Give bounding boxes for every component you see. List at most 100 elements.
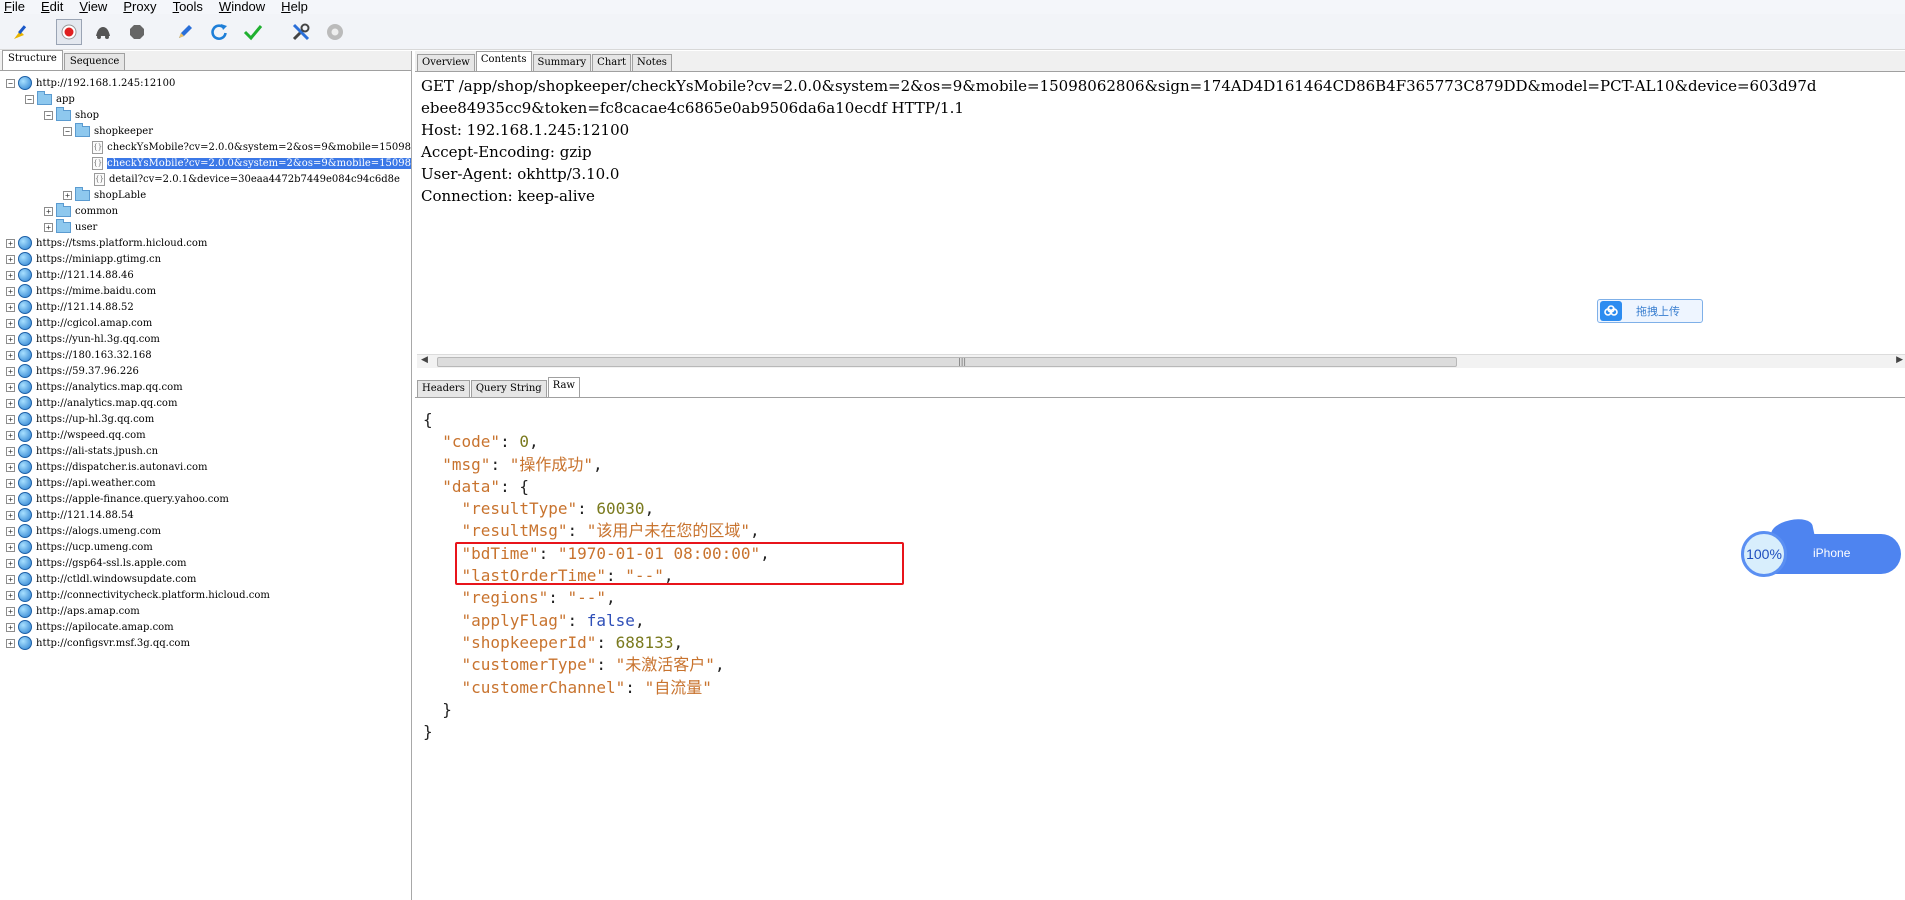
tree-node[interactable]: + https://dispatcher.is.autonavi.com: [0, 459, 411, 475]
tree-node[interactable]: − shop: [0, 106, 411, 123]
expand-icon[interactable]: +: [6, 254, 15, 264]
expand-icon[interactable]: +: [6, 638, 15, 648]
tree-node[interactable]: {} checkYsMobile?cv=2.0.0&system=2&os=9&m…: [0, 155, 411, 171]
tree-node[interactable]: + https://ali-stats.jpush.cn: [0, 443, 411, 459]
tree-node[interactable]: + http://configsvr.msf.3g.qq.com: [0, 635, 411, 651]
tab-headers[interactable]: Headers: [417, 380, 470, 397]
tree-node[interactable]: {} detail?cv=2.0.1&device=30eaa4472b7449e…: [0, 171, 411, 187]
expand-icon[interactable]: +: [6, 334, 15, 344]
floating-network-widget[interactable]: 100% iPhone: [1741, 515, 1901, 577]
expand-icon[interactable]: +: [6, 382, 15, 392]
expand-icon[interactable]: +: [6, 574, 15, 584]
expand-icon[interactable]: +: [6, 446, 15, 456]
tab-sequence[interactable]: Sequence: [63, 53, 126, 70]
tab-chart[interactable]: Chart: [592, 54, 632, 71]
menu-proxy[interactable]: Proxy: [123, 0, 164, 14]
tree-node[interactable]: + https://miniapp.gtimg.cn: [0, 251, 411, 267]
tree-node[interactable]: + http://ctldl.windowsupdate.com: [0, 571, 411, 587]
tree-node[interactable]: + common: [0, 202, 411, 219]
expand-icon[interactable]: +: [6, 270, 15, 280]
scroll-right-arrow-icon[interactable]: ▶: [1896, 355, 1903, 365]
expand-icon[interactable]: +: [6, 318, 15, 328]
expand-icon[interactable]: +: [6, 350, 15, 360]
expand-icon[interactable]: +: [44, 222, 53, 232]
menu-help[interactable]: Help: [281, 0, 316, 14]
expand-icon[interactable]: +: [6, 510, 15, 520]
expand-icon[interactable]: +: [6, 558, 15, 568]
expand-icon[interactable]: +: [6, 542, 15, 552]
tree-node[interactable]: + http://121.14.88.52: [0, 299, 411, 315]
tree-node[interactable]: + http://connectivitycheck.platform.hiclo…: [0, 587, 411, 603]
tree-node[interactable]: + http://121.14.88.46: [0, 267, 411, 283]
expand-icon[interactable]: +: [6, 478, 15, 488]
tab-contents[interactable]: Contents: [475, 51, 532, 71]
broom-icon[interactable]: [8, 19, 34, 45]
expand-icon[interactable]: +: [6, 238, 15, 248]
tree-node[interactable]: + http://aps.amap.com: [0, 603, 411, 619]
tree-node[interactable]: + user: [0, 218, 411, 235]
refresh-icon[interactable]: [206, 19, 232, 45]
tree-node[interactable]: − http://192.168.1.245:12100: [0, 75, 411, 91]
tree-node[interactable]: + https://180.163.32.168: [0, 347, 411, 363]
tree-node[interactable]: − shopkeeper: [0, 122, 411, 139]
menu-edit[interactable]: Edit: [41, 0, 71, 14]
collapse-icon[interactable]: −: [25, 94, 34, 104]
tree-node[interactable]: + http://wspeed.qq.com: [0, 427, 411, 443]
throttle-icon[interactable]: [90, 19, 116, 45]
tab-notes[interactable]: Notes: [632, 54, 672, 71]
tab-summary[interactable]: Summary: [532, 54, 592, 71]
menu-tools[interactable]: Tools: [173, 0, 211, 14]
expand-icon[interactable]: +: [6, 590, 15, 600]
tree-node[interactable]: + https://mime.baidu.com: [0, 283, 411, 299]
check-icon[interactable]: [240, 19, 266, 45]
tree-node[interactable]: + https://alogs.umeng.com: [0, 523, 411, 539]
tree-node[interactable]: + https://up-hl.3g.qq.com: [0, 411, 411, 427]
tree-node[interactable]: + https://tsms.platform.hicloud.com: [0, 235, 411, 251]
expand-icon[interactable]: +: [6, 430, 15, 440]
expand-icon[interactable]: +: [6, 622, 15, 632]
expand-icon[interactable]: +: [6, 526, 15, 536]
expand-icon[interactable]: +: [6, 494, 15, 504]
pen-icon[interactable]: [172, 19, 198, 45]
tree-node[interactable]: + https://gsp64-ssl.ls.apple.com: [0, 555, 411, 571]
request-raw-text[interactable]: GET /app/shop/shopkeeper/checkYsMobile?c…: [421, 75, 1816, 207]
expand-icon[interactable]: +: [6, 414, 15, 424]
expand-icon[interactable]: +: [6, 606, 15, 616]
scroll-left-arrow-icon[interactable]: ◀: [421, 355, 428, 365]
menu-file[interactable]: File: [4, 0, 33, 14]
tree-node[interactable]: + http://analytics.map.qq.com: [0, 395, 411, 411]
menu-view[interactable]: View: [79, 0, 115, 14]
tree-node[interactable]: + http://121.14.88.54: [0, 507, 411, 523]
tree-node[interactable]: + https://apple-finance.query.yahoo.com: [0, 491, 411, 507]
collapse-icon[interactable]: −: [6, 78, 15, 88]
expand-icon[interactable]: +: [6, 366, 15, 376]
tree-node[interactable]: + https://apilocate.amap.com: [0, 619, 411, 635]
collapse-icon[interactable]: −: [44, 110, 53, 120]
expand-icon[interactable]: +: [6, 286, 15, 296]
expand-icon[interactable]: +: [6, 302, 15, 312]
tab-overview[interactable]: Overview: [417, 54, 475, 71]
drag-upload-button[interactable]: 拖拽上传: [1597, 299, 1703, 323]
expand-icon[interactable]: +: [6, 398, 15, 408]
tree-node[interactable]: + http://cgicol.amap.com: [0, 315, 411, 331]
expand-icon[interactable]: +: [63, 190, 72, 200]
record-icon[interactable]: [56, 18, 82, 45]
tree-node[interactable]: + shopLable: [0, 186, 411, 203]
settings-icon[interactable]: [322, 19, 348, 45]
tab-query-string[interactable]: Query String: [470, 380, 547, 397]
tree-node[interactable]: + https://59.37.96.226: [0, 363, 411, 379]
scrollbar-thumb[interactable]: |||: [437, 357, 1457, 367]
tree-node[interactable]: {} checkYsMobile?cv=2.0.0&system=2&os=9&m…: [0, 139, 411, 155]
menu-window[interactable]: Window: [219, 0, 273, 14]
tree-node[interactable]: + https://api.weather.com: [0, 475, 411, 491]
tab-raw[interactable]: Raw: [547, 377, 580, 397]
tab-structure[interactable]: Structure: [2, 50, 63, 70]
breakpoint-icon[interactable]: [124, 19, 150, 45]
tree-node[interactable]: + https://analytics.map.qq.com: [0, 379, 411, 395]
collapse-icon[interactable]: −: [63, 126, 72, 136]
tree-node[interactable]: − app: [0, 90, 411, 107]
tools-icon[interactable]: [288, 19, 314, 45]
tree-node[interactable]: + https://yun-hl.3g.qq.com: [0, 331, 411, 347]
expand-icon[interactable]: +: [6, 462, 15, 472]
tree-node[interactable]: + https://ucp.umeng.com: [0, 539, 411, 555]
